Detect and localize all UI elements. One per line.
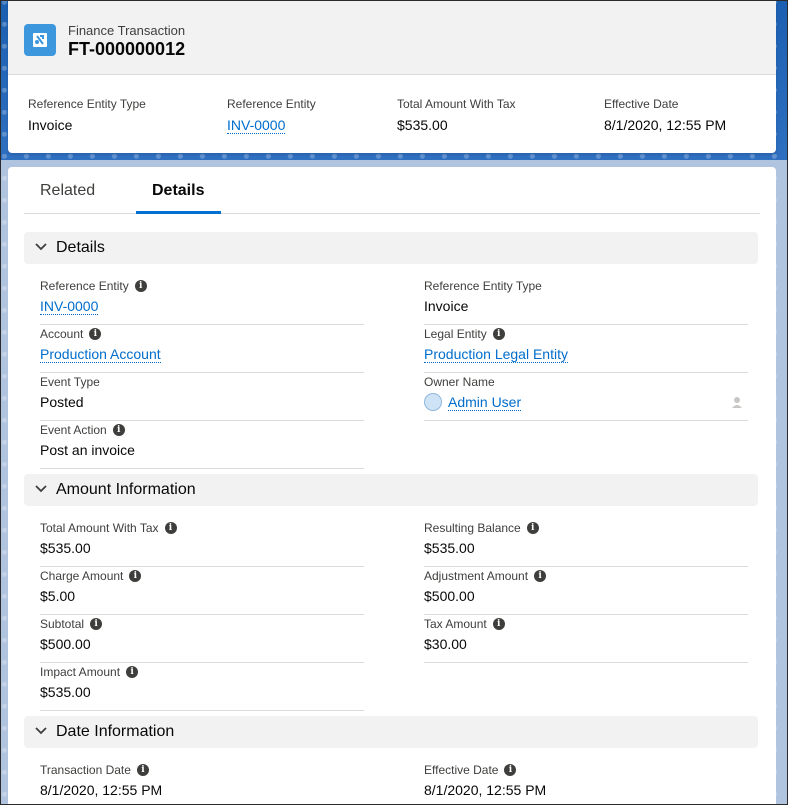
window-border: [0, 0, 788, 805]
